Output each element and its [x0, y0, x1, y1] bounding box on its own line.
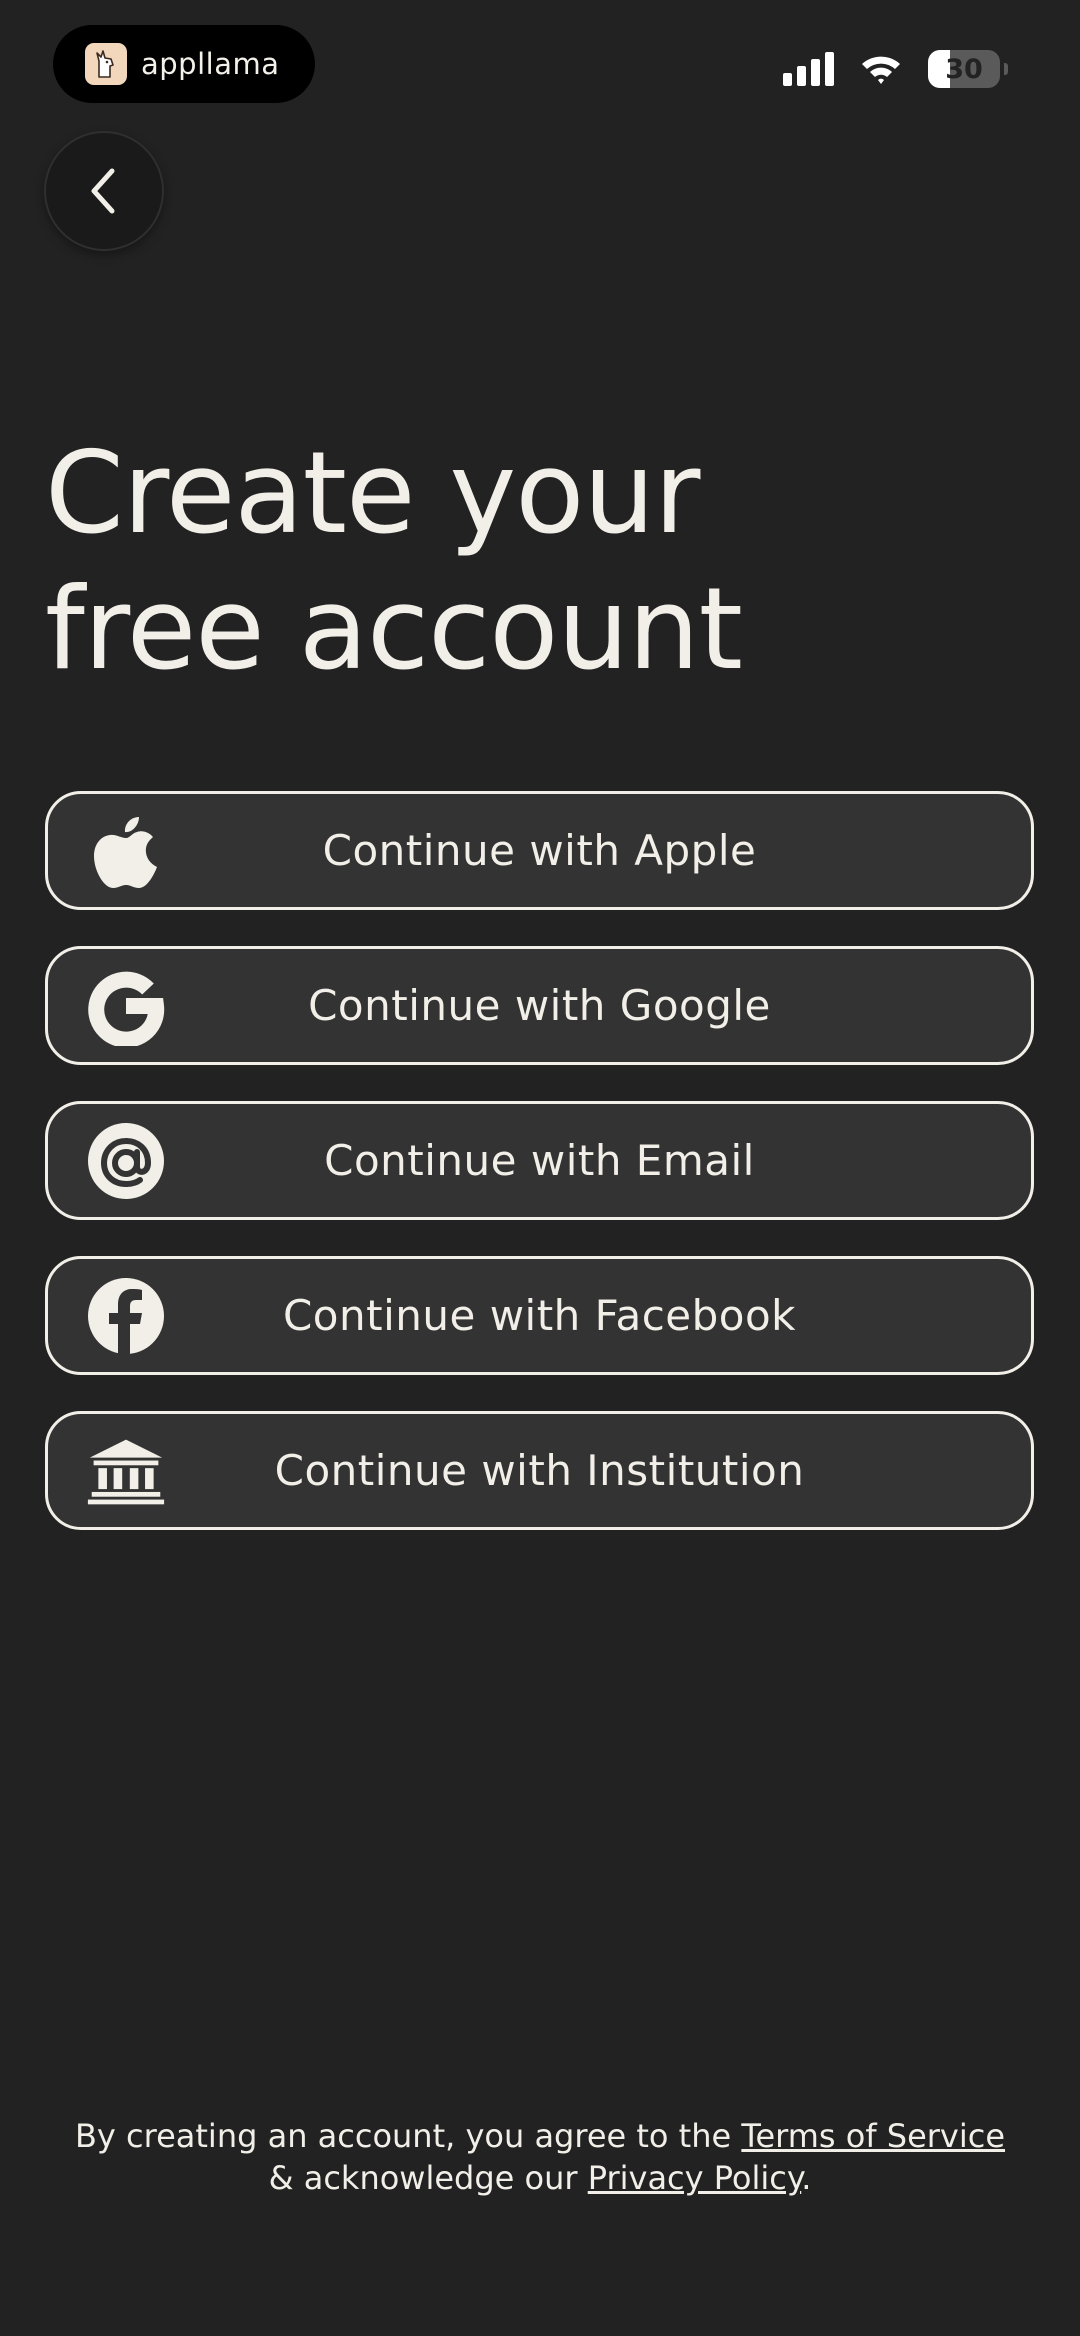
continue-with-email-button[interactable]: Continue with Email: [45, 1101, 1034, 1220]
continue-with-facebook-label: Continue with Facebook: [282, 1291, 796, 1340]
continue-with-google-button[interactable]: Continue with Google: [45, 946, 1034, 1065]
page-title-line-2: free account: [45, 563, 743, 695]
continue-with-apple-button[interactable]: Continue with Apple: [45, 791, 1034, 910]
legal-footer: By creating an account, you agree to the…: [60, 2115, 1020, 2199]
battery-icon: 30: [928, 50, 1000, 88]
legal-text-middle: & acknowledge our: [268, 2159, 588, 2197]
legal-text-start: By creating an account, you agree to the: [74, 2117, 742, 2155]
privacy-policy-link[interactable]: Privacy Policy: [588, 2159, 802, 2197]
app-indicator-pill[interactable]: appllama: [53, 25, 315, 103]
auth-button-list: Continue with Apple Continue with Google…: [45, 791, 1034, 1566]
continue-with-facebook-button[interactable]: Continue with Facebook: [45, 1256, 1034, 1375]
llama-logo-icon: [85, 43, 127, 85]
continue-with-email-label: Continue with Email: [324, 1136, 755, 1185]
battery-level: 30: [945, 53, 983, 85]
apple-icon: [86, 811, 166, 891]
status-indicators: 30: [783, 50, 1008, 88]
continue-with-institution-button[interactable]: Continue with Institution: [45, 1411, 1034, 1530]
continue-with-apple-label: Continue with Apple: [322, 826, 757, 875]
back-button[interactable]: [44, 131, 164, 251]
cellular-signal-icon: [783, 52, 834, 86]
at-sign-icon: [86, 1121, 166, 1201]
battery-cap: [1004, 63, 1008, 75]
terms-of-service-link[interactable]: Terms of Service: [741, 2117, 1005, 2155]
continue-with-institution-label: Continue with Institution: [274, 1446, 805, 1495]
continue-with-google-label: Continue with Google: [308, 981, 771, 1030]
page-title-line-1: Create your: [45, 427, 700, 559]
page-title: Create your free account: [45, 425, 945, 697]
wifi-icon: [862, 56, 900, 84]
legal-text-end: .: [801, 2159, 812, 2197]
facebook-icon: [86, 1276, 166, 1356]
app-name: appllama: [141, 47, 280, 81]
google-icon: [86, 966, 166, 1046]
chevron-left-icon: [91, 168, 115, 214]
institution-icon: [86, 1431, 166, 1511]
